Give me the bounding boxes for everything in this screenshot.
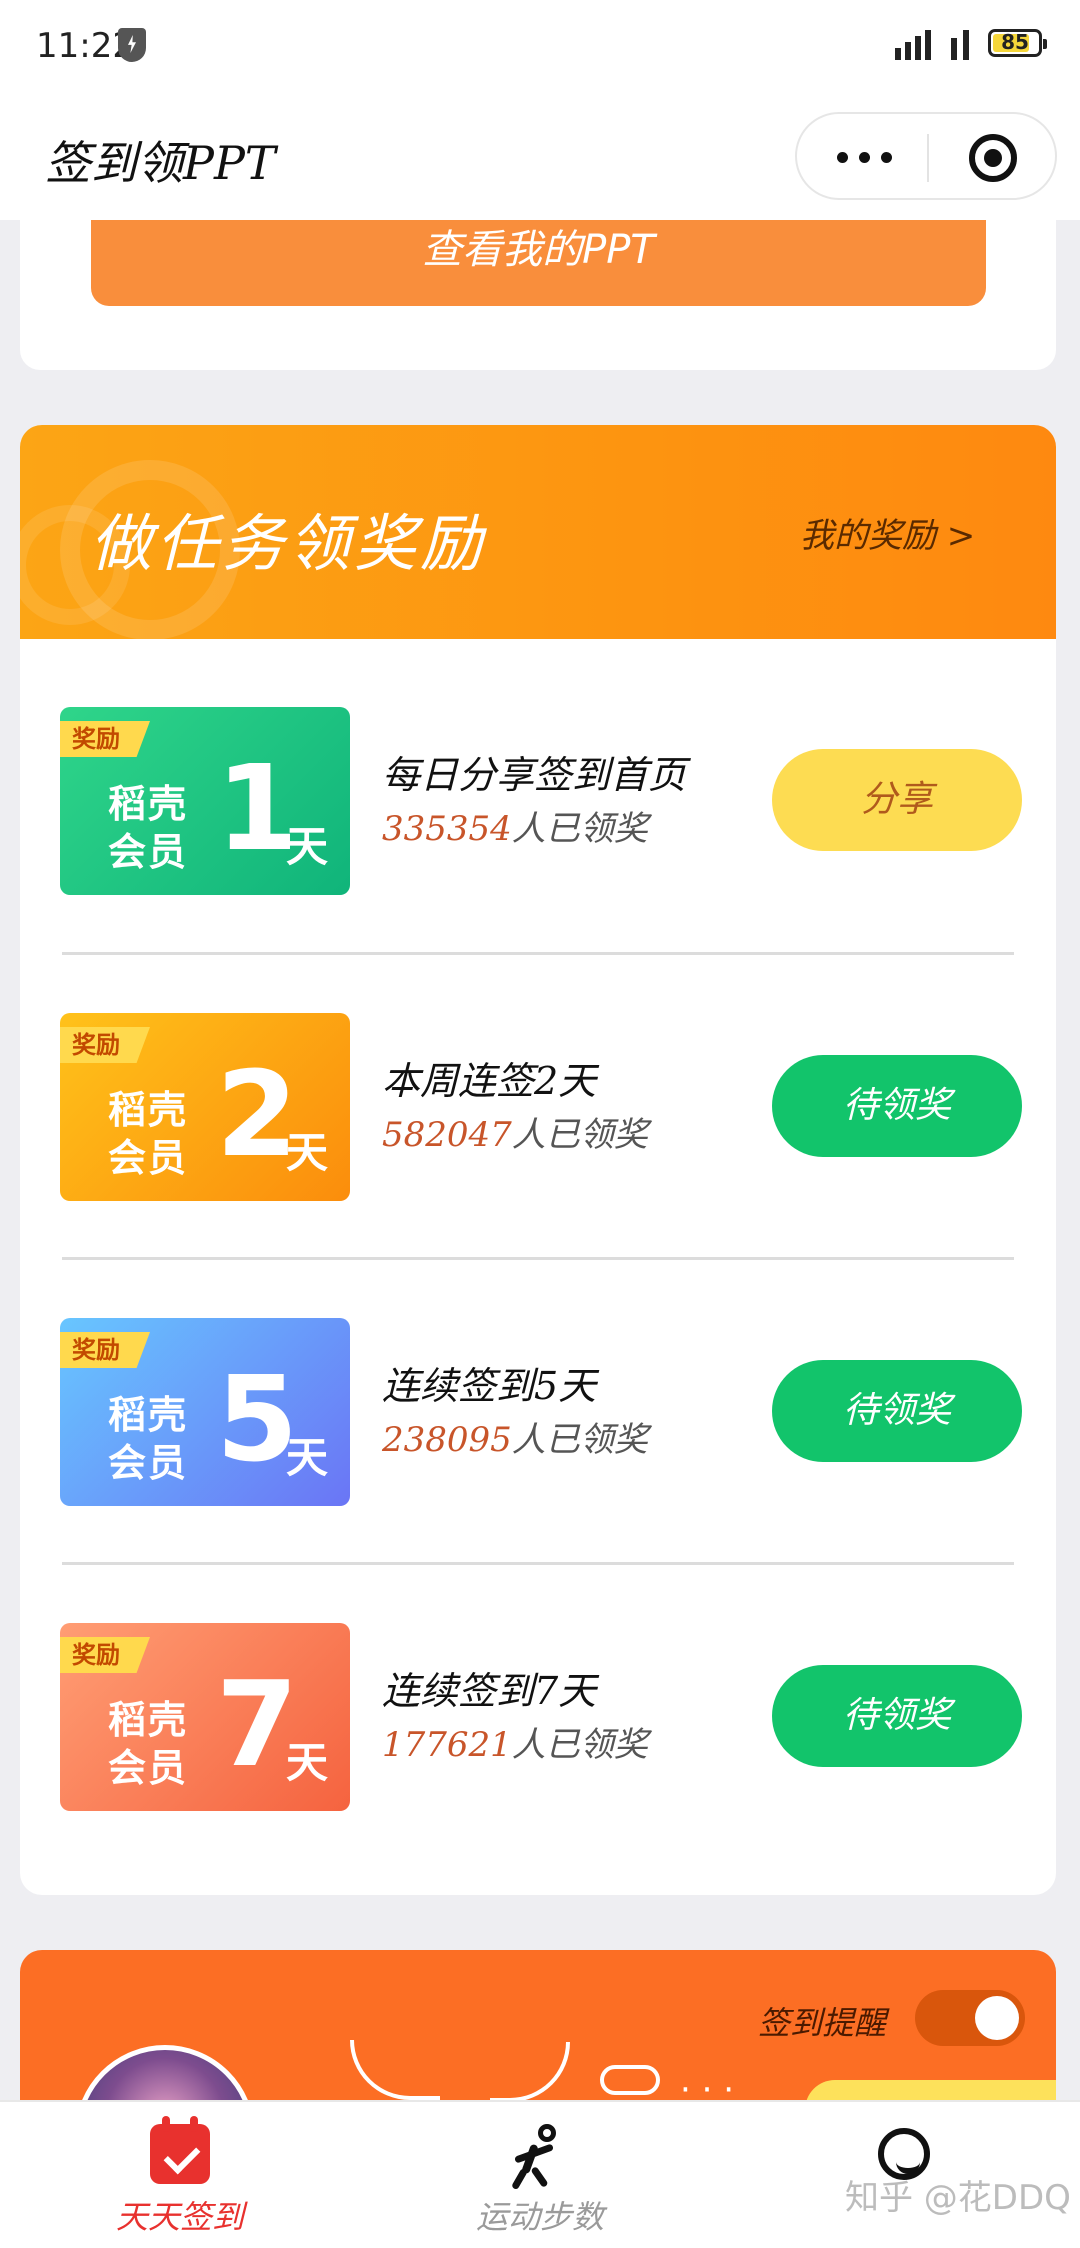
pointing-hand-icon bbox=[600, 2065, 660, 2095]
task-count: 335354人已领奖 bbox=[382, 801, 648, 850]
task-count: 177621人已领奖 bbox=[382, 1717, 648, 1766]
claim-button[interactable]: 待领奖 bbox=[772, 1055, 1022, 1157]
top-card: 查看我的PPT bbox=[20, 220, 1056, 370]
badge-line2: 会员 bbox=[108, 830, 189, 874]
badge-line1: 稻壳 bbox=[108, 1698, 189, 1742]
tab-label: 天天签到 bbox=[115, 2198, 244, 2236]
claim-button[interactable]: 待领奖 bbox=[772, 1665, 1022, 1767]
task-name: 每日分享签到首页 bbox=[382, 753, 687, 797]
badge-tag: 奖励 bbox=[60, 1027, 150, 1063]
claim-suffix: 人已领奖 bbox=[511, 809, 648, 849]
task-row: 奖励 稻壳 会员 2 天 本周连签2天 582047人已领奖 待领奖 bbox=[20, 945, 1056, 1251]
badge-unit: 天 bbox=[286, 1738, 329, 1787]
badge-tag: 奖励 bbox=[60, 1637, 150, 1673]
sign-in-card: 签到提醒 · · · bbox=[20, 1950, 1056, 2100]
shield-icon bbox=[118, 28, 146, 62]
tab-daily-sign-in[interactable]: 天天签到 bbox=[0, 2102, 360, 2248]
reward-badge: 奖励 稻壳 会员 2 天 bbox=[60, 1013, 350, 1201]
badge-line1: 稻壳 bbox=[108, 1088, 189, 1132]
runner-icon bbox=[510, 2124, 570, 2191]
battery-icon: 85 bbox=[988, 29, 1047, 57]
badge-tag: 奖励 bbox=[60, 721, 150, 757]
more-icon[interactable] bbox=[837, 139, 927, 175]
badge-line2: 会员 bbox=[108, 1136, 189, 1180]
battery-level: 85 bbox=[1001, 30, 1029, 54]
reminder-toggle[interactable] bbox=[915, 1990, 1025, 2046]
badge-line2: 会员 bbox=[108, 1746, 189, 1790]
my-rewards-link[interactable]: 我的奖励 > bbox=[800, 508, 975, 557]
decor-swirl bbox=[350, 2040, 440, 2100]
task-count: 238095人已领奖 bbox=[382, 1412, 648, 1461]
tab-label: 运动步数 bbox=[475, 2198, 604, 2236]
page-title: 签到领PPT bbox=[45, 136, 276, 190]
status-bar: 11:22 85 bbox=[0, 0, 1080, 95]
ellipsis-decor: · · · bbox=[680, 2070, 735, 2100]
badge-unit: 天 bbox=[286, 822, 329, 871]
badge-line2: 会员 bbox=[108, 1441, 189, 1485]
decor-swirl bbox=[490, 2042, 570, 2100]
claim-suffix: 人已领奖 bbox=[511, 1725, 648, 1765]
toggle-knob bbox=[975, 1996, 1019, 2040]
watermark: 知乎 @花DDQ bbox=[845, 2178, 1071, 2218]
claim-suffix: 人已领奖 bbox=[511, 1115, 648, 1155]
claim-suffix: 人已领奖 bbox=[511, 1420, 648, 1460]
task-card: 做任务领奖励 我的奖励 > 奖励 稻壳 会员 1 天 每日分享签到首页 3353… bbox=[20, 425, 1056, 1895]
badge-line1: 稻壳 bbox=[108, 782, 189, 826]
badge-unit: 天 bbox=[286, 1128, 329, 1177]
badge-tag: 奖励 bbox=[60, 1332, 150, 1368]
task-row: 奖励 稻壳 会员 1 天 每日分享签到首页 335354人已领奖 分享 bbox=[20, 639, 1056, 945]
reward-badge: 奖励 稻壳 会员 5 天 bbox=[60, 1318, 350, 1506]
badge-unit: 天 bbox=[286, 1433, 329, 1482]
mini-program-capsule bbox=[795, 112, 1057, 200]
close-target-icon[interactable] bbox=[969, 134, 1017, 182]
signal-icon bbox=[895, 28, 985, 60]
claim-button[interactable]: 待领奖 bbox=[772, 1360, 1022, 1462]
tab-exercise-steps[interactable]: 运动步数 bbox=[360, 2102, 720, 2248]
task-name: 连续签到5天 bbox=[382, 1364, 597, 1408]
badge-line1: 稻壳 bbox=[108, 1393, 189, 1437]
nav-bar: 签到领PPT bbox=[0, 95, 1080, 220]
task-count: 582047人已领奖 bbox=[382, 1107, 648, 1156]
capsule-divider bbox=[927, 134, 929, 182]
view-my-ppt-button[interactable]: 查看我的PPT bbox=[91, 220, 986, 306]
share-button[interactable]: 分享 bbox=[772, 749, 1022, 851]
reward-badge: 奖励 稻壳 会员 7 天 bbox=[60, 1623, 350, 1811]
calendar-check-icon bbox=[150, 2116, 210, 2184]
claim-count: 335354 bbox=[382, 809, 512, 849]
reward-badge: 奖励 稻壳 会员 1 天 bbox=[60, 707, 350, 895]
task-name: 连续签到7天 bbox=[382, 1669, 597, 1713]
task-section-title: 做任务领奖励 bbox=[90, 507, 487, 580]
task-row: 奖励 稻壳 会员 7 天 连续签到7天 177621人已领奖 待领奖 bbox=[20, 1555, 1056, 1861]
task-header: 做任务领奖励 我的奖励 > bbox=[20, 425, 1056, 640]
claim-count: 238095 bbox=[382, 1420, 512, 1460]
reminder-label: 签到提醒 bbox=[758, 2004, 887, 2042]
sign-in-button[interactable] bbox=[805, 2080, 1056, 2100]
avatar bbox=[75, 2045, 255, 2100]
task-name: 本周连签2天 bbox=[382, 1059, 597, 1103]
claim-count: 582047 bbox=[382, 1115, 512, 1155]
task-row: 奖励 稻壳 会员 5 天 连续签到5天 238095人已领奖 待领奖 bbox=[20, 1250, 1056, 1556]
claim-count: 177621 bbox=[382, 1725, 512, 1765]
